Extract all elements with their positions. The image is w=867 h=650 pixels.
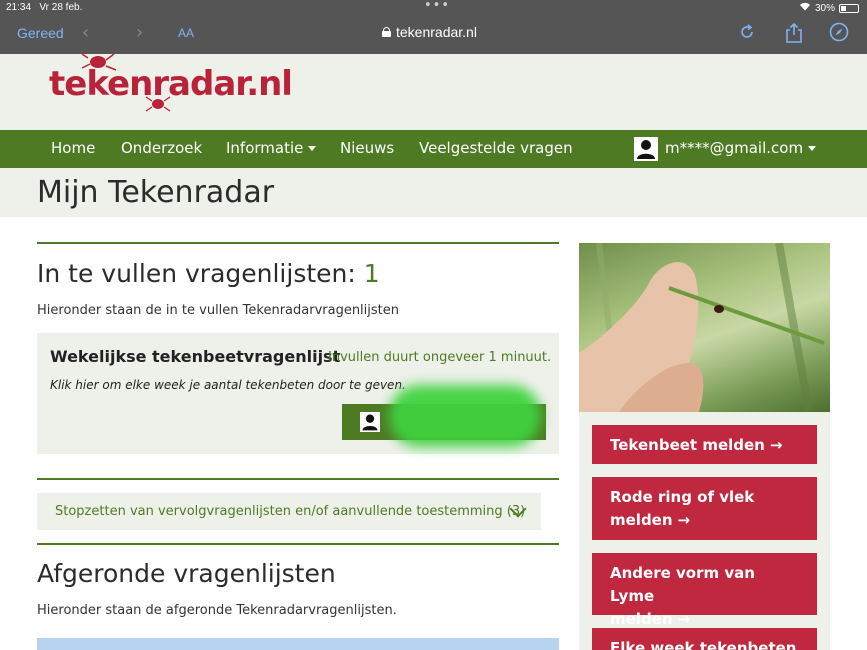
user-email: m****@gmail.com — [665, 139, 804, 157]
user-avatar-icon[interactable] — [634, 137, 658, 161]
user-icon — [360, 412, 380, 432]
section-divider — [37, 543, 559, 545]
report-tick-bite-label: Tekenbeet melden — [610, 436, 765, 454]
arrow-right-icon: → — [677, 511, 691, 529]
lock-icon — [382, 27, 391, 37]
questionnaire-title: Wekelijkse tekenbeetvragenlijst — [50, 347, 341, 366]
tick-on-grass-photo — [579, 243, 830, 412]
weekly-tick-bites-button[interactable]: Elke week tekenbeten — [592, 628, 817, 650]
nav-item-nieuws[interactable]: Nieuws — [340, 139, 394, 157]
nav-item-onderzoek[interactable]: Onderzoek — [121, 139, 202, 157]
report-red-ring-label-line2: melden — [610, 511, 673, 529]
page-title-band: Mijn Tekenradar — [0, 168, 867, 217]
report-tick-bite-button[interactable]: Tekenbeet melden → — [592, 425, 817, 464]
status-time: 21:34 — [6, 2, 32, 13]
reload-icon[interactable] — [737, 22, 757, 42]
multitask-dots-icon[interactable]: ••• — [424, 0, 450, 13]
todo-count: 1 — [363, 259, 380, 288]
nav-item-informatie[interactable]: Informatie — [226, 139, 316, 157]
report-other-lyme-label-line2: melden — [610, 610, 673, 628]
forward-arrow-icon[interactable]: › — [136, 22, 143, 43]
completed-list-panel — [37, 638, 559, 650]
section-divider — [37, 242, 559, 244]
todo-subtitle: Hieronder staan de in te vullen Tekenrad… — [37, 303, 400, 318]
site-logo[interactable]: tekenradar.nl — [49, 64, 293, 104]
main-navigation: Home Onderzoek Informatie Nieuws Veelges… — [0, 130, 867, 168]
battery-percentage: 30% — [814, 2, 835, 14]
back-arrow-icon[interactable]: ‹ — [82, 22, 89, 43]
done-button[interactable]: Gereed — [17, 25, 64, 41]
report-other-lyme-label-line1: Andere vorm van Lyme — [610, 564, 755, 605]
url-text: tekenradar.nl — [396, 24, 477, 40]
user-menu[interactable]: m****@gmail.com — [665, 139, 816, 157]
status-clock: 21:34 Vr 28 feb. — [6, 2, 82, 13]
browser-toolbar: 21:34 Vr 28 feb. ••• 30% Gereed ‹ › AA t… — [0, 0, 867, 54]
address-bar[interactable]: tekenradar.nl — [382, 24, 477, 40]
stop-followup-toggle[interactable]: Stopzetten van vervolgvragenlijsten en/o… — [37, 493, 541, 530]
site-header: tekenradar.nl — [0, 53, 867, 130]
todo-heading-label: In te vullen vragenlijsten: — [37, 259, 364, 288]
nav-item-faq[interactable]: Veelgestelde vragen — [419, 139, 573, 157]
wifi-icon — [799, 2, 811, 14]
completed-subtitle: Hieronder staan de afgeronde Tekenradarv… — [37, 603, 397, 618]
report-red-ring-label-line1: Rode ring of vlek — [610, 488, 755, 506]
questionnaire-duration: Invullen duurt ongeveer 1 minuut. — [328, 350, 552, 365]
arrow-right-icon: → — [677, 610, 691, 628]
todo-heading: In te vullen vragenlijsten: 1 — [37, 259, 380, 288]
questionnaire-card[interactable]: Wekelijkse tekenbeetvragenlijst Invullen… — [37, 333, 559, 454]
text-size-button[interactable]: AA — [178, 26, 194, 40]
redaction-overlay — [389, 385, 541, 447]
weekly-tick-bites-label: Elke week tekenbeten — [610, 639, 797, 650]
page-title: Mijn Tekenradar — [37, 175, 275, 210]
report-other-lyme-button[interactable]: Andere vorm van Lyme melden → — [592, 553, 817, 628]
status-indicators: 30% — [799, 2, 859, 14]
compass-icon[interactable] — [829, 22, 849, 42]
questionnaire-description: Klik hier om elke week je aantal tekenbe… — [50, 378, 406, 392]
nav-item-informatie-label: Informatie — [226, 139, 304, 157]
report-red-ring-button[interactable]: Rode ring of vlek melden → — [592, 477, 817, 540]
share-icon[interactable] — [784, 22, 804, 43]
nav-item-home[interactable]: Home — [51, 139, 95, 157]
battery-icon — [839, 3, 859, 13]
arrow-right-icon: → — [769, 436, 783, 454]
stop-followup-label: Stopzetten van vervolgvragenlijsten en/o… — [55, 504, 526, 519]
completed-heading: Afgeronde vragenlijsten — [37, 559, 336, 588]
status-date: Vr 28 feb. — [39, 2, 83, 13]
section-divider — [37, 478, 559, 480]
